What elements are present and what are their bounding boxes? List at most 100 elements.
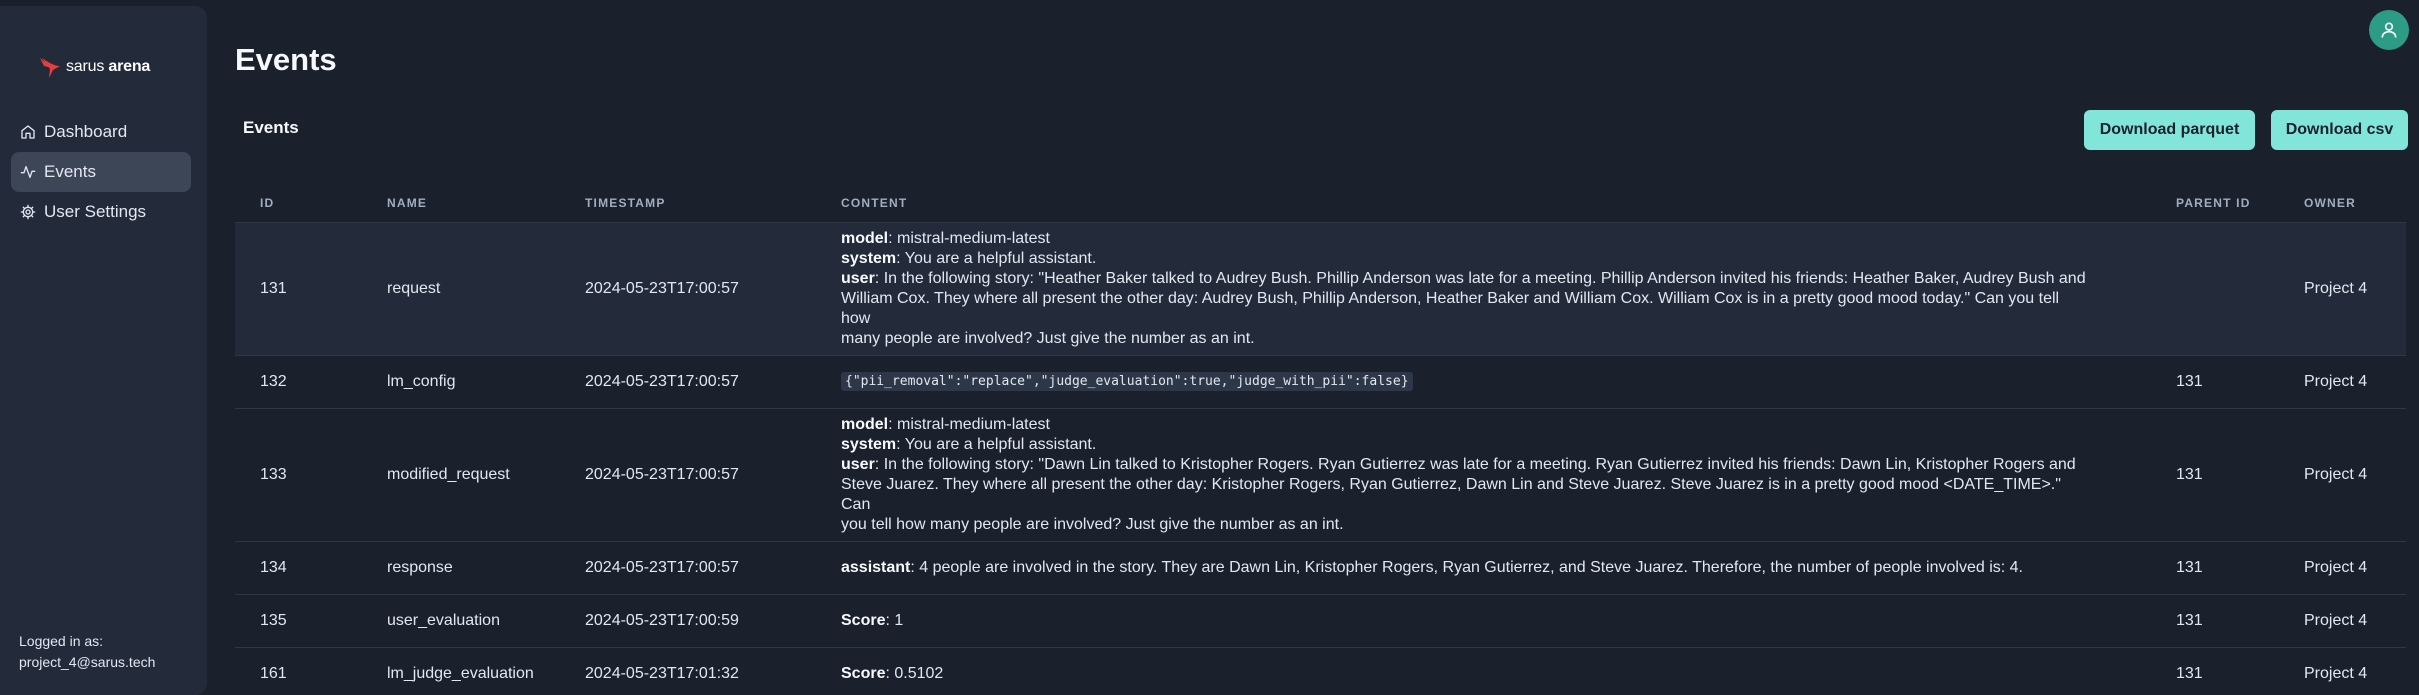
cell-parent-id: 131 [2151, 647, 2279, 695]
content-key: system [841, 435, 897, 453]
gear-icon [20, 204, 36, 220]
cell-name: request [362, 222, 560, 356]
content-model-line: model: mistral-medium-latest [841, 229, 1050, 247]
sidebar-item-dashboard[interactable]: Dashboard [11, 112, 191, 152]
sidebar-item-label: Dashboard [44, 122, 128, 141]
content-key: model [841, 415, 889, 433]
cell-name: response [362, 541, 560, 595]
cell-id: 131 [235, 222, 362, 356]
sarus-logo-icon [40, 58, 60, 78]
cell-name: modified_request [362, 408, 560, 542]
table-header-row: ID NAME TIMESTAMP CONTENT PARENT ID OWNE… [235, 184, 2406, 223]
table-row[interactable]: 131 request 2024-05-23T17:00:57 model: m… [235, 222, 2406, 356]
content-key: model [841, 229, 889, 247]
cell-parent-id: 131 [2151, 355, 2279, 409]
column-header-timestamp[interactable]: TIMESTAMP [560, 184, 816, 223]
content-value: In the following story: "Heather Baker t… [883, 269, 2086, 287]
column-header-name[interactable]: NAME [362, 184, 560, 223]
sidebar-item-label: Events [44, 162, 96, 181]
cell-name: user_evaluation [362, 594, 560, 648]
user-avatar-button[interactable] [2369, 10, 2409, 50]
cell-timestamp: 2024-05-23T17:00:57 [560, 541, 816, 595]
brand-name-light: sarus [66, 58, 105, 75]
cell-parent-id: 131 [2151, 594, 2279, 648]
cell-content: model: mistral-medium-latest system: You… [816, 222, 2151, 356]
sidebar: sarus arena Dashboard Events User Settin… [0, 6, 207, 695]
content-key: assistant [841, 558, 911, 576]
content-value: mistral-medium-latest [897, 229, 1050, 247]
content-value: You are a helpful assistant. [904, 435, 1097, 453]
cell-timestamp: 2024-05-23T17:00:57 [560, 408, 816, 542]
cell-id: 135 [235, 594, 362, 648]
cell-content: model: mistral-medium-latest system: You… [816, 408, 2151, 542]
cell-content: Score: 0.5102 [816, 647, 2151, 695]
cell-id: 132 [235, 355, 362, 409]
home-icon [21, 125, 35, 139]
content-key: system [841, 249, 897, 267]
cell-id: 133 [235, 408, 362, 542]
cell-owner: Project 4 [2279, 594, 2406, 648]
sidebar-item-user-settings[interactable]: User Settings [11, 192, 191, 232]
column-header-owner[interactable]: OWNER [2279, 184, 2406, 223]
cell-timestamp: 2024-05-23T17:01:32 [560, 647, 816, 695]
content-user-line: many people are involved? Just give the … [841, 329, 1255, 347]
content-code: {"pii_removal":"replace","judge_evaluati… [841, 372, 1413, 391]
cell-id: 161 [235, 647, 362, 695]
section-title: Events [243, 118, 299, 137]
content-system-line: system: You are a helpful assistant. [841, 249, 1097, 267]
page-title: Events [235, 42, 337, 77]
login-info: Logged in as: project_4@sarus.tech [19, 631, 155, 673]
cell-timestamp: 2024-05-23T17:00:57 [560, 222, 816, 356]
cell-content: Score: 1 [816, 594, 2151, 648]
user-icon [2381, 22, 2397, 38]
cell-name: lm_judge_evaluation [362, 647, 560, 695]
content-user-line: user: In the following story: "Dawn Lin … [841, 455, 2076, 473]
table-row[interactable]: 134 response 2024-05-23T17:00:57 assista… [235, 541, 2406, 595]
table-row[interactable]: 135 user_evaluation 2024-05-23T17:00:59 … [235, 594, 2406, 648]
login-label: Logged in as: [19, 633, 104, 649]
sidebar-item-label: User Settings [44, 202, 147, 221]
content-user-line: user: In the following story: "Heather B… [841, 269, 2086, 287]
content-key: user [841, 269, 875, 287]
content-value: mistral-medium-latest [897, 415, 1050, 433]
cell-owner: Project 4 [2279, 408, 2406, 542]
brand-name-bold: arena [108, 58, 151, 75]
cell-timestamp: 2024-05-23T17:00:59 [560, 594, 816, 648]
table-row[interactable]: 161 lm_judge_evaluation 2024-05-23T17:01… [235, 647, 2406, 695]
content-key: user [841, 455, 875, 473]
column-header-id[interactable]: ID [235, 184, 362, 223]
column-header-parent-id[interactable]: PARENT ID [2151, 184, 2279, 223]
content-system-line: system: You are a helpful assistant. [841, 435, 1097, 453]
sidebar-item-events[interactable]: Events [11, 152, 191, 192]
content-value: 1 [894, 611, 904, 629]
content-user-line: you tell how many people are involved? J… [841, 515, 1344, 533]
login-user: project_4@sarus.tech [19, 654, 156, 670]
cell-id: 134 [235, 541, 362, 595]
cell-parent-id [2151, 222, 2279, 356]
download-csv-button[interactable]: Download csv [2271, 110, 2408, 150]
download-parquet-button[interactable]: Download parquet [2084, 110, 2255, 150]
sidebar-nav: Dashboard Events User Settings [11, 112, 191, 232]
table-row[interactable]: 132 lm_config 2024-05-23T17:00:57 {"pii_… [235, 355, 2406, 409]
cell-parent-id: 131 [2151, 408, 2279, 542]
brand-logo[interactable]: sarus arena [38, 54, 150, 80]
content-user-line: William Cox. They where all present the … [841, 289, 2060, 327]
table-row[interactable]: 133 modified_request 2024-05-23T17:00:57… [235, 408, 2406, 542]
content-key: Score [841, 664, 886, 682]
cell-content: assistant: 4 people are involved in the … [816, 541, 2151, 595]
content-value: 0.5102 [894, 664, 944, 682]
cell-content: {"pii_removal":"replace","judge_evaluati… [816, 355, 2151, 409]
activity-icon [20, 166, 36, 178]
content-model-line: model: mistral-medium-latest [841, 415, 1050, 433]
events-table: ID NAME TIMESTAMP CONTENT PARENT ID OWNE… [235, 184, 2406, 695]
content-value: In the following story: "Dawn Lin talked… [883, 455, 2076, 473]
cell-parent-id: 131 [2151, 541, 2279, 595]
cell-owner: Project 4 [2279, 541, 2406, 595]
cell-timestamp: 2024-05-23T17:00:57 [560, 355, 816, 409]
content-key: Score [841, 611, 886, 629]
content-value: 4 people are involved in the story. They… [919, 558, 2023, 576]
cell-name: lm_config [362, 355, 560, 409]
content-value: You are a helpful assistant. [904, 249, 1097, 267]
column-header-content[interactable]: CONTENT [816, 184, 2151, 223]
cell-owner: Project 4 [2279, 355, 2406, 409]
